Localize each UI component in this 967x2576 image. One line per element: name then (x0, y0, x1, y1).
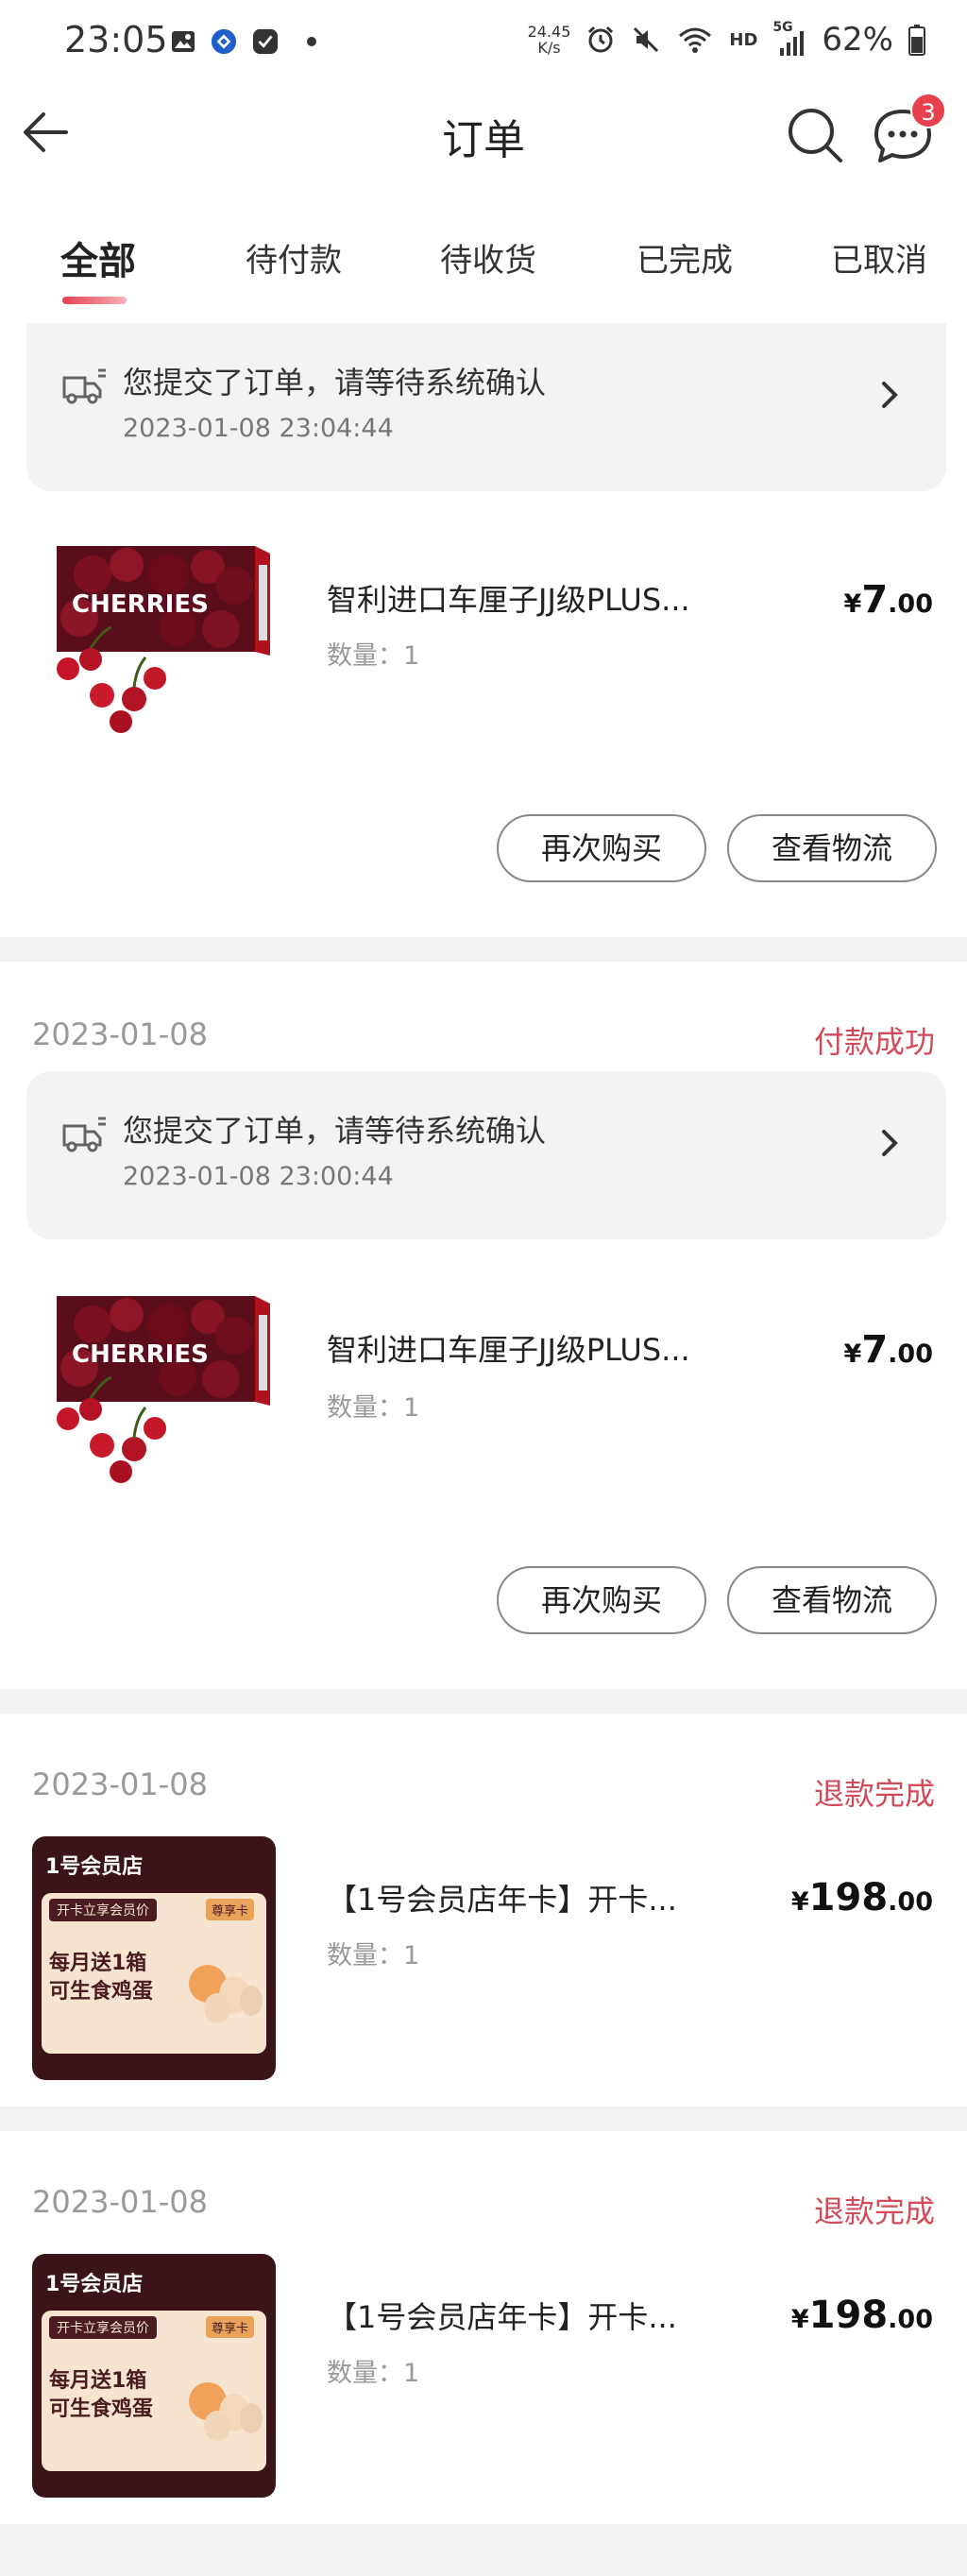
product-quantity: 数量：1 (327, 2359, 420, 2388)
product-price: ¥198.00 (791, 1876, 933, 1919)
product-quantity: 数量：1 (327, 1393, 420, 1423)
alarm-icon (588, 26, 614, 53)
notice-time: 2023-01-08 23:04:44 (123, 414, 394, 443)
price-symbol: ¥ (843, 1339, 862, 1369)
tab-pending-payment[interactable]: 待付款 (246, 234, 342, 281)
price-decimal: .00 (888, 589, 933, 619)
product-quantity: 数量：1 (327, 1941, 420, 1970)
notice-time: 2023-01-08 23:00:44 (123, 1162, 394, 1191)
check-icon (252, 28, 279, 55)
buy-again-button[interactable]: 再次购买 (497, 814, 706, 882)
price-decimal: .00 (888, 2305, 933, 2334)
battery-icon (908, 25, 925, 56)
tab-all[interactable]: 全部 (60, 230, 136, 285)
product-image-cherries[interactable]: CHERRIES (36, 537, 274, 735)
order-separator (0, 2107, 967, 2131)
product-name[interactable]: 【1号会员店年卡】开卡... (327, 1876, 677, 1919)
order-date: 2023-01-08 (32, 2184, 208, 2220)
order-status: 付款成功 (813, 1024, 935, 1060)
card-line2: 可生食鸡蛋 (49, 1980, 154, 2004)
notice-text: 您提交了订单，请等待系统确认 (123, 365, 547, 401)
card-line2: 可生食鸡蛋 (49, 2397, 154, 2421)
card-tag: 开卡立享会员价 (49, 1899, 157, 1921)
status-bar: 23:05 24.45 K/s HD 5G 62% (0, 0, 967, 87)
product-quantity: 数量：1 (327, 641, 420, 671)
buy-again-button[interactable]: 再次购买 (497, 1566, 706, 1634)
price-symbol: ¥ (790, 1887, 809, 1917)
product-image-membership-card[interactable]: 1号会员店 开卡立享会员价 每月送1箱 可生食鸡蛋 尊享卡 (32, 2254, 276, 2498)
order-card[interactable]: 2023-01-08 退款完成 1号会员店 开卡立享会员价 每月送1箱 可生食鸡… (0, 1714, 967, 2107)
truck-icon (62, 368, 106, 404)
order-separator (0, 2524, 967, 2576)
price-integer: 7 (861, 578, 889, 622)
mute-icon (634, 26, 659, 53)
price-decimal: .00 (888, 1339, 933, 1369)
order-tabs: 全部 待付款 待收货 已完成 已取消 (0, 219, 967, 314)
app-icon (211, 28, 237, 55)
status-right-group: 24.45 K/s HD 5G 62% (528, 20, 925, 59)
tab-active-indicator (62, 297, 127, 304)
product-price: ¥7.00 (844, 1328, 933, 1372)
product-price: ¥7.00 (844, 578, 933, 622)
price-integer: 7 (861, 1328, 889, 1372)
tab-completed[interactable]: 已完成 (636, 234, 733, 281)
card-brand: 1号会员店 (45, 1855, 144, 1879)
card-badge: 尊享卡 (206, 1899, 255, 1920)
order-separator (0, 937, 967, 962)
order-separator (0, 1689, 967, 1714)
card-line1: 每月送1箱 (49, 1952, 147, 1975)
price-symbol: ¥ (843, 589, 862, 619)
price-integer: 198 (808, 2294, 889, 2337)
tab-cancelled[interactable]: 已取消 (831, 234, 927, 281)
battery-percent: 62% (822, 21, 893, 59)
price-integer: 198 (808, 1876, 889, 1919)
gallery-icon (172, 31, 195, 52)
egg-icon (189, 2382, 263, 2441)
view-logistics-button[interactable]: 查看物流 (727, 814, 937, 882)
order-status: 退款完成 (813, 1776, 935, 1812)
chevron-right-icon (882, 1130, 898, 1156)
card-badge: 尊享卡 (206, 2316, 255, 2338)
product-name[interactable]: 【1号会员店年卡】开卡... (327, 2294, 677, 2337)
card-brand: 1号会员店 (45, 2273, 144, 2296)
notice-text: 您提交了订单，请等待系统确认 (123, 1113, 547, 1149)
truck-icon (62, 1117, 106, 1152)
view-logistics-button[interactable]: 查看物流 (727, 1566, 937, 1634)
order-status: 退款完成 (813, 2193, 935, 2229)
net-speed-unit: K/s (537, 39, 561, 57)
card-tag: 开卡立享会员价 (49, 2316, 157, 2339)
order-card[interactable]: 2023-01-08 退款完成 1号会员店 开卡立享会员价 每月送1箱 可生食鸡… (0, 2131, 967, 2524)
product-name[interactable]: 智利进口车厘子JJ级PLUS... (327, 1326, 690, 1370)
net-speed-value: 24.45 (527, 23, 571, 41)
order-date: 2023-01-08 (32, 1766, 208, 1802)
product-image-membership-card[interactable]: 1号会员店 开卡立享会员价 每月送1箱 可生食鸡蛋 尊享卡 (32, 1836, 276, 2080)
nav-bar: 订单 (0, 87, 967, 191)
wifi-icon (679, 27, 712, 53)
egg-icon (189, 1965, 263, 2023)
order-date: 2023-01-08 (32, 1016, 208, 1052)
message-badge: 3 (910, 93, 946, 128)
network-type: HD (729, 29, 758, 50)
product-image-text: CHERRIES (72, 590, 209, 619)
dot-icon (307, 37, 316, 46)
net-speed: 24.45 K/s (528, 24, 571, 56)
order-card[interactable]: 2023-01-08 付款成功 您提交了订单，请等待系统确认 2023-01-0… (0, 962, 967, 1689)
card-line1: 每月送1箱 (49, 2369, 147, 2393)
tab-pending-receipt[interactable]: 待收货 (440, 234, 536, 281)
chevron-right-icon (882, 382, 898, 408)
price-decimal: .00 (888, 1887, 933, 1917)
status-time: 23:05 (64, 19, 168, 60)
product-price: ¥198.00 (791, 2294, 933, 2337)
product-name[interactable]: 智利进口车厘子JJ级PLUS... (327, 576, 690, 620)
price-symbol: ¥ (790, 2305, 809, 2334)
signal-group: 5G (772, 20, 806, 56)
search-icon[interactable] (784, 104, 846, 166)
order-notice[interactable]: 您提交了订单，请等待系统确认 2023-01-08 23:00:44 (26, 1071, 946, 1239)
signal-icon (780, 31, 805, 56)
product-image-cherries[interactable]: CHERRIES (36, 1287, 274, 1485)
order-card[interactable]: 您提交了订单，请等待系统确认 2023-01-08 23:04:44 CHERR… (0, 314, 967, 937)
order-notice[interactable]: 您提交了订单，请等待系统确认 2023-01-08 23:04:44 (26, 323, 946, 491)
product-image-text: CHERRIES (72, 1340, 209, 1369)
